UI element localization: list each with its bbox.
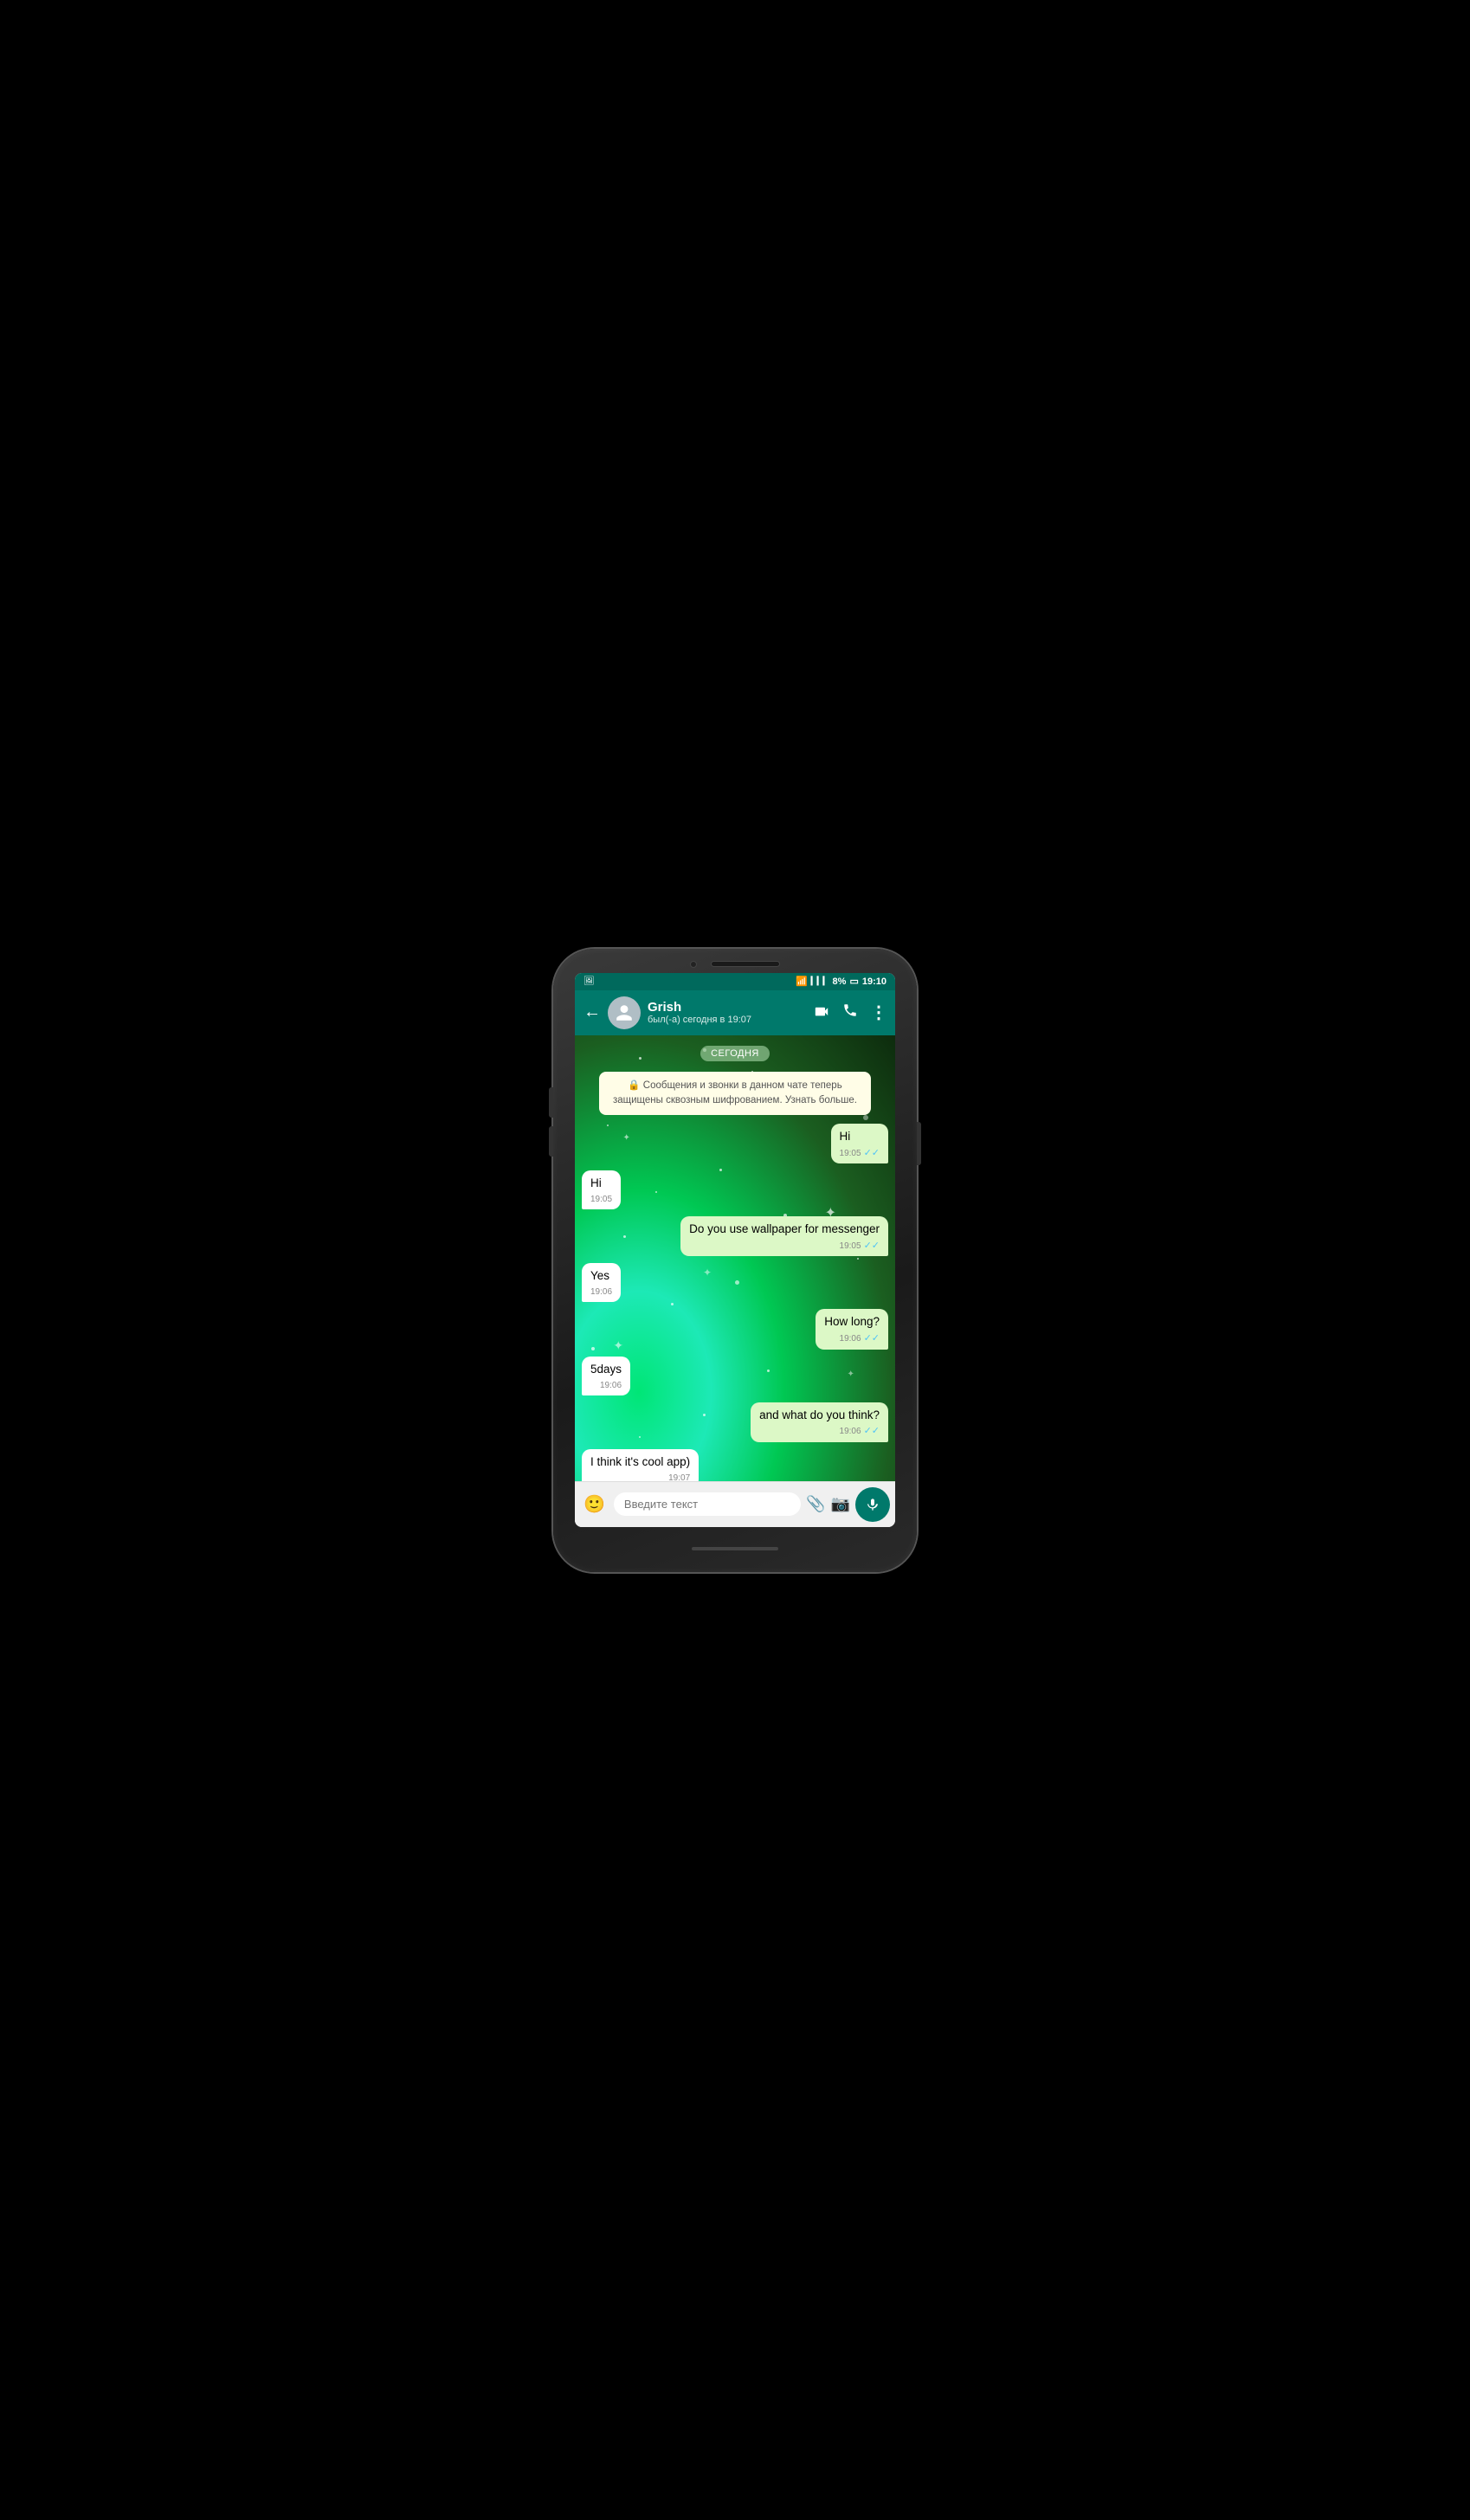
bubble-meta: 19:05 [590, 1194, 612, 1206]
phone-screen: 🖼 📶 ▎▎▎ 8% ▭ 19:10 ← Grish был(-а) сегод… [575, 973, 895, 1527]
phone-device: 🖼 📶 ▎▎▎ 8% ▭ 19:10 ← Grish был(-а) сегод… [553, 949, 917, 1572]
message-text: Yes [590, 1269, 609, 1282]
wifi-icon: 📶 [796, 976, 808, 987]
call-button[interactable] [842, 1002, 858, 1022]
notification-icon: 🖼 [583, 976, 595, 986]
bubble-meta: 19:06 [590, 1380, 622, 1392]
chat-header: ← Grish был(-а) сегодня в 19:07 ⋮ [575, 990, 895, 1035]
table-row: Yes 19:06 [582, 1263, 888, 1302]
speaker-bar [711, 961, 780, 967]
volume-up-button [549, 1087, 553, 1118]
date-divider: СЕГОДНЯ [700, 1046, 770, 1061]
table-row: I think it's cool app) 19:07 [582, 1449, 888, 1481]
bubble-meta: 19:05 ✓✓ [840, 1147, 880, 1160]
home-bar [692, 1547, 778, 1550]
read-tick: ✓✓ [864, 1147, 880, 1160]
camera-button[interactable]: 📷 [831, 1495, 850, 1513]
battery-percentage: 8% [833, 976, 847, 987]
message-time: 19:07 [668, 1473, 690, 1481]
message-time: 19:06 [600, 1380, 622, 1392]
battery-icon: ▭ [849, 976, 858, 987]
contact-info: Grish был(-а) сегодня в 19:07 [648, 1000, 806, 1025]
message-bubble-received: 5days 19:06 [582, 1357, 630, 1395]
message-bubble-sent: Do you use wallpaper for messenger 19:05… [680, 1216, 888, 1256]
message-bubble-received: Hi 19:05 [582, 1170, 621, 1209]
contact-status: был(-а) сегодня в 19:07 [648, 1015, 806, 1025]
messages-container: СЕГОДНЯ 🔒 Сообщения и звонки в данном ча… [575, 1035, 895, 1481]
bubble-meta: 19:06 ✓✓ [759, 1425, 880, 1438]
status-left: 🖼 [583, 976, 595, 986]
bubble-meta: 19:05 ✓✓ [689, 1240, 880, 1253]
emoji-button[interactable]: 🙂 [580, 1492, 609, 1517]
message-bubble-received: I think it's cool app) 19:07 [582, 1449, 699, 1481]
bubble-meta: 19:07 [590, 1473, 690, 1481]
message-text: Hi [590, 1176, 602, 1189]
message-text: Hi [840, 1130, 851, 1143]
table-row: and what do you think? 19:06 ✓✓ [582, 1402, 888, 1442]
chat-area: ✦ ✦ ✦ ✦ ✦ ✦ СЕГОДНЯ 🔒 Сообщения и звонки… [575, 1035, 895, 1481]
table-row: Hi 19:05 ✓✓ [582, 1124, 888, 1163]
message-time: 19:05 [590, 1194, 612, 1206]
message-time: 19:05 [840, 1148, 861, 1160]
message-text: I think it's cool app) [590, 1455, 690, 1468]
table-row: Do you use wallpaper for messenger 19:05… [582, 1216, 888, 1256]
table-row: Hi 19:05 [582, 1170, 888, 1209]
message-text: 5days [590, 1363, 622, 1376]
phone-top [553, 949, 917, 973]
read-tick: ✓✓ [864, 1332, 880, 1345]
status-right: 📶 ▎▎▎ 8% ▭ 19:10 [796, 976, 887, 987]
message-text: Do you use wallpaper for messenger [689, 1222, 880, 1235]
message-time: 19:05 [840, 1241, 861, 1253]
message-input[interactable] [614, 1492, 801, 1516]
status-bar: 🖼 📶 ▎▎▎ 8% ▭ 19:10 [575, 973, 895, 990]
back-button[interactable]: ← [583, 1002, 601, 1022]
message-time: 19:06 [840, 1426, 861, 1438]
input-bar: 🙂 📎 📷 [575, 1481, 895, 1527]
message-time: 19:06 [840, 1333, 861, 1345]
volume-down-button [549, 1126, 553, 1157]
bubble-meta: 19:06 ✓✓ [824, 1332, 880, 1345]
phone-bottom [692, 1527, 778, 1570]
power-button [917, 1122, 921, 1165]
menu-button[interactable]: ⋮ [870, 1002, 887, 1023]
avatar [608, 996, 641, 1029]
table-row: How long? 19:06 ✓✓ [582, 1309, 888, 1349]
contact-name: Grish [648, 1000, 806, 1015]
mic-button[interactable] [855, 1487, 890, 1522]
video-call-button[interactable] [813, 1003, 830, 1022]
bubble-meta: 19:06 [590, 1286, 612, 1299]
camera-dot [690, 961, 697, 968]
encryption-notice: 🔒 Сообщения и звонки в данном чате тепер… [599, 1072, 871, 1116]
message-text: and what do you think? [759, 1408, 880, 1421]
message-bubble-sent: How long? 19:06 ✓✓ [816, 1309, 888, 1349]
read-tick: ✓✓ [864, 1425, 880, 1438]
header-actions: ⋮ [813, 1002, 887, 1023]
table-row: 5days 19:06 [582, 1357, 888, 1395]
message-text: How long? [824, 1315, 880, 1328]
read-tick: ✓✓ [864, 1240, 880, 1253]
signal-bars: ▎▎▎ [811, 976, 829, 986]
message-bubble-received: Yes 19:06 [582, 1263, 621, 1302]
message-bubble-sent: and what do you think? 19:06 ✓✓ [751, 1402, 888, 1442]
clock: 19:10 [862, 976, 887, 987]
message-bubble-sent: Hi 19:05 ✓✓ [831, 1124, 888, 1163]
message-time: 19:06 [590, 1286, 612, 1299]
attach-button[interactable]: 📎 [806, 1495, 825, 1513]
